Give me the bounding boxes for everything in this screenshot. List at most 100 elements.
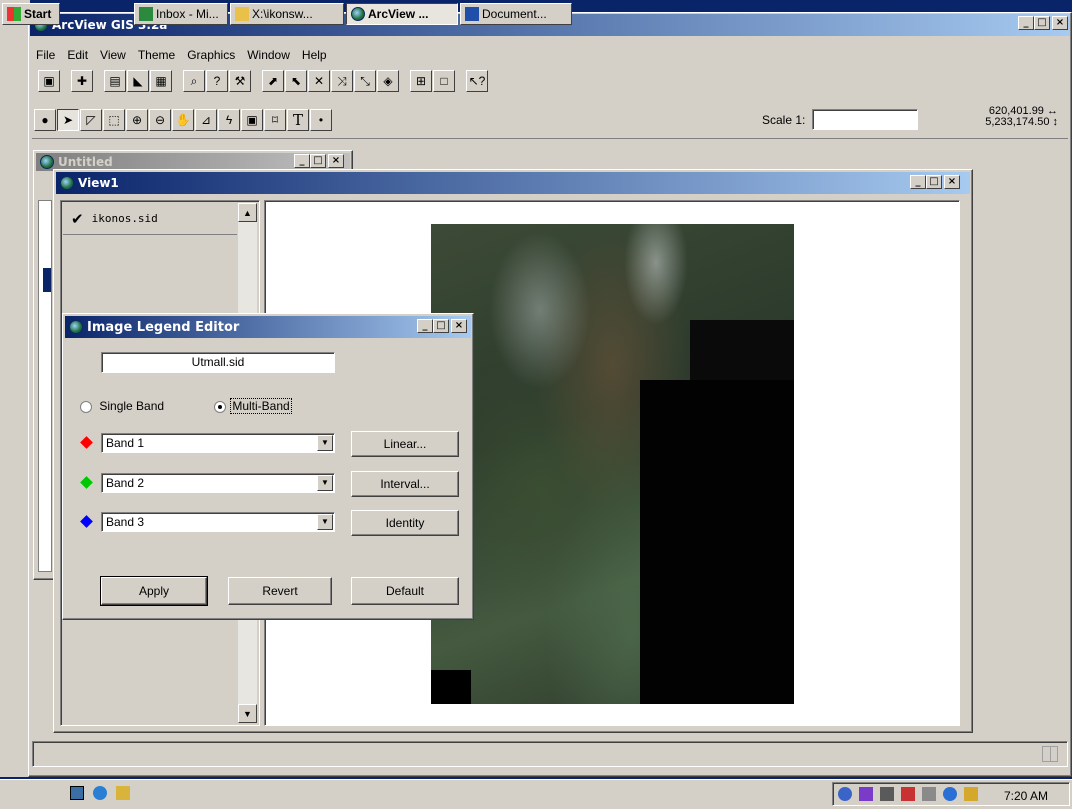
tray-antivirus-icon[interactable] [901,787,915,801]
band-3-dropdown-arrow-icon[interactable]: ▼ [317,514,333,530]
theme-properties-icon[interactable]: ▤ [104,70,126,92]
resize-grip-icon[interactable] [1042,746,1058,762]
menu-edit[interactable]: Edit [61,48,94,62]
default-button[interactable]: Default [351,577,459,605]
label-icon[interactable]: ⌑ [264,109,286,131]
desktop-icon[interactable] [70,786,84,800]
untitled-close-button[interactable]: × [328,154,344,168]
single-band-option[interactable]: Single Band [80,399,164,413]
theme-entry[interactable]: ✔ ikonos.sid [63,203,237,235]
edit-legend-icon[interactable]: ◣ [127,70,149,92]
theme-name: ikonos.sid [91,212,158,225]
band-1-dropdown[interactable]: Band 1 ▼ [101,433,335,453]
vertex-edit-icon[interactable]: ◸ [80,109,102,131]
task-inbox[interactable]: Inbox - Mi... [134,3,228,25]
view1-titlebar[interactable]: View1 _ □ × [56,172,970,194]
task-document[interactable]: Document... [460,3,572,25]
view1-minimize-button[interactable]: _ [910,175,926,189]
scroll-down-icon[interactable]: ▼ [238,704,257,723]
find-icon[interactable]: ⌕ [183,70,205,92]
menu-file[interactable]: File [30,48,61,62]
menu-theme[interactable]: Theme [132,48,181,62]
menu-view[interactable]: View [94,48,132,62]
menu-help[interactable]: Help [296,48,333,62]
close-button[interactable]: × [1052,16,1068,30]
zoom-full-icon[interactable]: ⬈ [262,70,284,92]
theme-visible-checkbox-icon[interactable]: ✔ [71,210,84,228]
tray-search-icon[interactable] [838,787,852,801]
tray-printer-icon[interactable] [922,787,936,801]
dialog-close-button[interactable]: × [451,319,467,333]
scroll-up-icon[interactable]: ▲ [238,203,257,222]
image-nodata-corner [690,320,794,380]
zoom-out-tool-icon[interactable]: ⊖ [149,109,171,131]
internet-explorer-icon[interactable] [93,786,107,800]
status-bar [32,741,1068,767]
draw-point-icon[interactable]: • [310,109,332,131]
single-band-radio[interactable] [80,400,92,413]
dialog-maximize-button[interactable]: □ [433,319,449,333]
band-1-dropdown-arrow-icon[interactable]: ▼ [317,435,333,451]
start-button[interactable]: Start [2,3,60,25]
area-of-interest-icon[interactable]: ▣ [241,109,263,131]
linear-button[interactable]: Linear... [351,431,459,457]
view1-maximize-button[interactable]: □ [926,175,942,189]
tray-messenger-icon[interactable] [943,787,957,801]
folder-search-icon [235,7,249,21]
select-feature-icon[interactable]: ⬚ [103,109,125,131]
add-theme-icon[interactable]: ✚ [71,70,93,92]
task-explorer[interactable]: X:\ikonsw... [230,3,344,25]
dialog-minimize-button[interactable]: _ [417,319,433,333]
identity-button[interactable]: Identity [351,510,459,536]
interval-button[interactable]: Interval... [351,471,459,497]
zoom-previous-icon[interactable]: ◈ [377,70,399,92]
band-3-dropdown[interactable]: Band 3 ▼ [101,512,335,532]
zoom-in-tool-icon[interactable]: ⊕ [126,109,148,131]
zoom-selected-icon[interactable]: ✕ [308,70,330,92]
view1-close-button[interactable]: × [944,175,960,189]
dialog-globe-icon [69,320,83,334]
measure-icon[interactable]: ⊿ [195,109,217,131]
clear-selection-icon[interactable]: □ [433,70,455,92]
untitled-minimize-button[interactable]: _ [294,154,310,168]
locate-icon[interactable]: ? [206,70,228,92]
zoom-in-icon[interactable]: ⤨ [331,70,353,92]
image-file-field[interactable]: Utmall.sid [101,352,335,373]
identify-icon[interactable]: ● [34,109,56,131]
revert-button[interactable]: Revert [228,577,332,605]
untitled-maximize-button[interactable]: □ [310,154,326,168]
task-arcview[interactable]: ArcView ... [346,3,458,25]
pan-icon[interactable]: ✋ [172,109,194,131]
dialog-titlebar[interactable]: Image Legend Editor _ □ × [65,316,471,338]
tray-icons [838,787,981,801]
select-features-icon[interactable]: ⊞ [410,70,432,92]
image-nodata-bottom-left [431,670,471,704]
view1-title: View1 [78,176,119,190]
untitled-title: Untitled [58,155,113,169]
query-builder-icon[interactable]: ⚒ [229,70,251,92]
zoom-active-icon[interactable]: ⬉ [285,70,307,92]
multi-band-option[interactable]: Multi-Band [214,398,292,414]
band-2-dropdown[interactable]: Band 2 ▼ [101,473,335,493]
tray-volume-icon[interactable] [880,787,894,801]
quicklaunch [70,786,133,800]
help-pointer-icon[interactable]: ↖? [466,70,488,92]
save-icon[interactable]: ▣ [38,70,60,92]
hotlink-icon[interactable]: ϟ [218,109,240,131]
band-1-value: Band 1 [106,436,145,450]
apply-button[interactable]: Apply [100,576,208,606]
band-2-dropdown-arrow-icon[interactable]: ▼ [317,475,333,491]
scale-input[interactable] [812,109,918,130]
maximize-button[interactable]: □ [1034,16,1050,30]
open-table-icon[interactable]: ▦ [150,70,172,92]
outlook-express-icon[interactable] [116,786,130,800]
menu-graphics[interactable]: Graphics [181,48,241,62]
minimize-button[interactable]: _ [1018,16,1034,30]
multi-band-radio[interactable] [214,400,226,413]
text-icon[interactable]: T [287,109,309,131]
pointer-icon[interactable]: ➤ [57,109,79,131]
zoom-out-icon[interactable]: ⤡ [354,70,376,92]
menu-window[interactable]: Window [241,48,296,62]
tray-update-icon[interactable] [964,787,978,801]
tray-network-icon[interactable] [859,787,873,801]
